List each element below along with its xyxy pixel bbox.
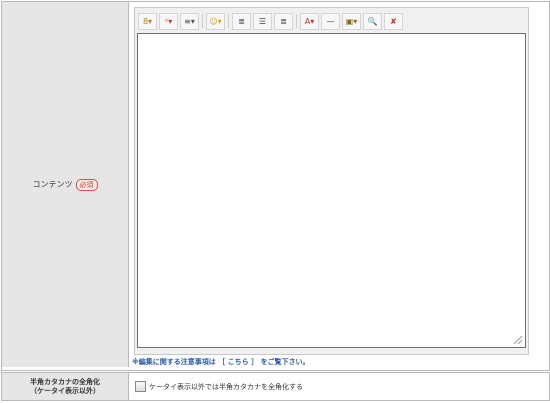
text-color-icon[interactable]: A▾ [300,13,319,30]
required-badge: 必須 [75,178,98,191]
note-prefix: ※編集に関する注意事項は [132,358,216,366]
editor-content-area[interactable] [137,33,526,348]
search-icon[interactable]: 🔍 [363,13,382,30]
resize-grip-icon[interactable] [511,333,523,345]
font-size-icon[interactable]: 8▾ [138,13,157,30]
note-suffix: をご覧下さい。 [260,358,310,366]
kana-label-line1: 半角カタカナの全角化 [30,377,100,386]
kana-convert-checkbox-label[interactable]: ケータイ表示以外では半角カタカナを全角化する [149,382,303,392]
content-label-cell: コンテンツ 必須 [2,2,129,367]
align-center-icon[interactable]: ☰ [253,13,272,30]
align-right-icon[interactable]: ≣ [274,13,293,30]
remove-format-icon[interactable]: ✘ [384,13,403,30]
emoticon-icon[interactable]: ☺▾ [206,13,225,30]
kana-label-line2: （ケータイ表示以外） [30,386,100,395]
image-icon[interactable]: ▣▾ [342,13,361,30]
kana-row: 半角カタカナの全角化 （ケータイ表示以外） ケータイ表示以外では半角カタカナを全… [1,372,550,401]
content-row: コンテンツ 必須 8▾ ᴬ▾ ≡▾ ☺▾ ≣ ☰ ≣ A▾ — ▣▾ 🔍 ✘ ※編集に関する注意事項は… [2,2,549,367]
paragraph-icon[interactable]: ≡▾ [180,13,199,30]
kana-convert-checkbox[interactable] [135,381,146,392]
rich-text-editor: 8▾ ᴬ▾ ≡▾ ☺▾ ≣ ☰ ≣ A▾ — ▣▾ 🔍 ✘ [134,7,529,355]
align-left-icon[interactable]: ≣ [232,13,251,30]
toolbar-separator [202,14,203,28]
content-value-cell: 8▾ ᴬ▾ ≡▾ ☺▾ ≣ ☰ ≣ A▾ — ▣▾ 🔍 ✘ ※編集に関する注意事項は ［ こちら ］ … [129,2,549,367]
editing-note: ※編集に関する注意事項は ［ こちら ］ をご覧下さい。 [132,357,310,367]
kana-value-cell: ケータイ表示以外では半角カタカナを全角化する [129,373,549,400]
editor-toolbar: 8▾ ᴬ▾ ≡▾ ☺▾ ≣ ☰ ≣ A▾ — ▣▾ 🔍 ✘ [138,13,405,31]
horizontal-rule-icon[interactable]: — [321,13,340,30]
form-table: コンテンツ 必須 8▾ ᴬ▾ ≡▾ ☺▾ ≣ ☰ ≣ A▾ — ▣▾ 🔍 ✘ ※編集に関する注意事項は… [1,1,550,371]
content-label: コンテンツ [32,180,73,189]
note-link[interactable]: ［ こちら ］ [218,358,258,366]
font-name-icon[interactable]: ᴬ▾ [159,13,178,30]
toolbar-separator [296,14,297,28]
toolbar-separator [228,14,229,28]
kana-label-cell: 半角カタカナの全角化 （ケータイ表示以外） [2,373,129,400]
